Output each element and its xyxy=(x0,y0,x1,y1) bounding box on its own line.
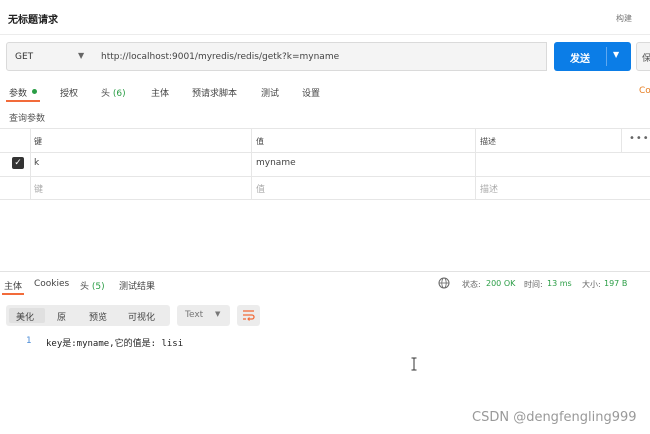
column-header-key: 键 xyxy=(34,137,42,146)
view-raw-button[interactable]: 原 xyxy=(57,310,66,323)
chevron-down-icon: ▼ xyxy=(215,310,221,318)
save-label: 保 xyxy=(642,54,650,64)
send-label: 发送 xyxy=(570,54,590,65)
view-preview-button[interactable]: 预览 xyxy=(89,310,107,323)
tab-auth[interactable]: 授权 xyxy=(60,86,78,99)
tab-settings[interactable]: 设置 xyxy=(302,86,320,99)
size-label: 大小: xyxy=(582,280,601,289)
wrap-lines-icon xyxy=(243,310,255,321)
chevron-down-icon[interactable]: ▼ xyxy=(613,50,619,59)
column-divider xyxy=(30,128,31,200)
cookies-link[interactable]: Co xyxy=(639,86,650,96)
table-border xyxy=(0,152,650,153)
table-border xyxy=(0,128,650,129)
size-value[interactable]: 197 B xyxy=(604,279,627,288)
new-key-input[interactable]: 键 xyxy=(34,182,43,195)
response-tab-headers-count: (5) xyxy=(91,282,105,292)
method-value: GET xyxy=(15,52,34,62)
column-divider xyxy=(251,128,252,200)
format-value: Text xyxy=(185,310,204,320)
view-mode-group: 美化 原 预览 可视化 xyxy=(6,305,170,326)
active-tab-indicator xyxy=(6,100,40,102)
wrap-lines-button[interactable] xyxy=(237,305,260,326)
watermark: CSDN @dengfengling999 xyxy=(472,410,637,425)
header-divider xyxy=(0,34,650,35)
view-visualize-button[interactable]: 可视化 xyxy=(128,310,155,323)
build-mode-label[interactable]: 构建 xyxy=(616,13,632,24)
chevron-down-icon: ▼ xyxy=(78,51,85,60)
column-header-value: 值 xyxy=(256,137,264,146)
column-divider xyxy=(621,128,622,152)
line-number: 1 xyxy=(26,336,32,346)
new-description-input[interactable]: 描述 xyxy=(480,182,498,195)
response-tab-cookies[interactable]: Cookies xyxy=(34,279,69,289)
response-tab-body[interactable]: 主体 xyxy=(4,279,22,292)
new-value-input[interactable]: 值 xyxy=(256,182,265,195)
response-body-text[interactable]: key是:myname,它的值是: lisi xyxy=(46,336,183,349)
response-tab-test-results[interactable]: 测试结果 xyxy=(119,279,155,292)
active-tab-indicator xyxy=(2,293,24,295)
url-input[interactable]: http://localhost:9001/myredis/redis/getk… xyxy=(93,42,547,71)
more-options-icon[interactable]: ••• xyxy=(629,133,650,144)
send-button[interactable]: 发送 ▼ xyxy=(554,42,631,71)
response-tab-headers-label: 头 xyxy=(80,282,90,292)
table-border xyxy=(0,199,650,200)
status-label: 状态: xyxy=(462,280,481,289)
column-header-description: 描述 xyxy=(480,137,496,146)
param-enabled-checkbox[interactable]: ✓ xyxy=(12,157,24,169)
query-params-table: 键 值 描述 ••• ✓ k myname 键 值 描述 xyxy=(0,128,650,200)
params-active-dot xyxy=(32,89,37,94)
tab-headers-count: (6) xyxy=(112,89,126,99)
save-button[interactable]: 保 xyxy=(636,42,650,71)
format-select[interactable]: Text ▼ xyxy=(177,305,230,326)
status-value[interactable]: 200 OK xyxy=(486,279,515,288)
param-value-input[interactable]: myname xyxy=(256,158,296,168)
view-pretty-button[interactable]: 美化 xyxy=(16,310,34,323)
tab-body[interactable]: 主体 xyxy=(151,86,169,99)
request-title[interactable]: 无标题请求 xyxy=(8,11,58,26)
tab-prerequest-script[interactable]: 预请求脚本 xyxy=(192,86,237,99)
time-label: 时间: xyxy=(524,280,543,289)
column-divider xyxy=(475,128,476,200)
tab-tests[interactable]: 测试 xyxy=(261,86,279,99)
send-divider xyxy=(606,47,607,66)
response-divider xyxy=(0,271,650,272)
table-border xyxy=(0,176,650,177)
text-cursor-icon xyxy=(411,357,417,371)
response-tab-headers[interactable]: 头 (5) xyxy=(80,279,105,292)
tab-headers-label: 头 xyxy=(101,89,111,99)
method-select[interactable]: GET ▼ xyxy=(6,42,94,71)
tab-params[interactable]: 参数 xyxy=(9,86,27,99)
time-value[interactable]: 13 ms xyxy=(547,279,572,288)
query-params-label: 查询参数 xyxy=(9,114,46,124)
globe-icon[interactable] xyxy=(438,277,450,289)
url-value: http://localhost:9001/myredis/redis/getk… xyxy=(101,52,340,62)
param-key-input[interactable]: k xyxy=(34,158,39,168)
tab-headers[interactable]: 头 (6) xyxy=(101,86,126,99)
